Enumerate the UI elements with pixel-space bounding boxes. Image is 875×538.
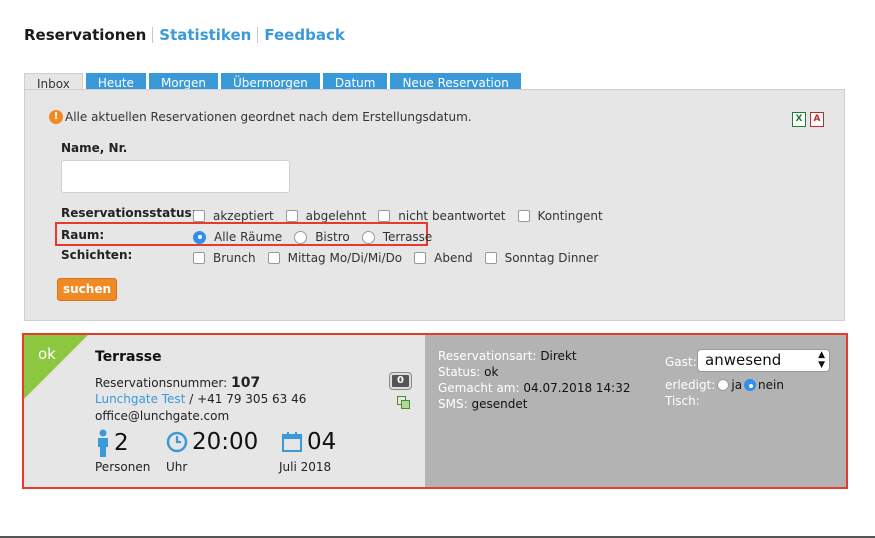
count-badge[interactable]: 0 xyxy=(389,372,412,390)
reservation-day: 04 xyxy=(307,429,337,455)
excel-export-icon[interactable]: X xyxy=(792,112,806,127)
time-stat: 20:00 xyxy=(166,429,258,455)
raum-option-terrasse[interactable]: Terrasse xyxy=(361,230,432,244)
nav-separator xyxy=(257,27,259,43)
guest-name-link[interactable]: Lunchgate Test xyxy=(95,392,185,406)
pdf-export-icon[interactable]: A xyxy=(810,112,824,127)
schichten-label: Schichten: xyxy=(61,248,133,262)
name-label: Name, Nr. xyxy=(61,141,128,155)
schicht-option-sonntag-dinner[interactable]: Sonntag Dinner xyxy=(484,251,598,265)
person-icon xyxy=(98,429,108,457)
checkbox[interactable] xyxy=(193,210,205,222)
erledigt-radio-ja[interactable] xyxy=(717,379,730,391)
status-options: akzeptiert abgelehnt nicht beantwortet K… xyxy=(193,209,615,223)
copy-icon[interactable] xyxy=(397,396,411,410)
schicht-option-abend[interactable]: Abend xyxy=(414,251,473,265)
month-year-label: Juli 2018 xyxy=(279,460,332,474)
select-arrows-icon: ▲ ▼ xyxy=(818,350,825,370)
erledigt-label: erledigt: xyxy=(665,378,716,392)
erledigt-options: erledigt: ja nein xyxy=(665,378,784,392)
time-label: Uhr xyxy=(166,460,188,474)
reservation-status: Status: ok xyxy=(438,365,499,379)
tisch-label: Tisch: xyxy=(665,394,700,408)
reservation-number: Reservationsnummer: 107 xyxy=(95,375,261,391)
status-corner xyxy=(24,335,88,399)
checkbox[interactable] xyxy=(193,252,205,264)
erledigt-ja-label: ja xyxy=(731,378,743,392)
calendar-icon xyxy=(282,432,302,452)
nav-feedback[interactable]: Feedback xyxy=(264,26,344,44)
checkbox[interactable] xyxy=(484,252,497,264)
raum-options: Alle Räume Bistro Terrasse xyxy=(193,230,444,244)
nav-reservationen[interactable]: Reservationen xyxy=(24,26,146,44)
gast-status-select[interactable]: anwesend ▲ ▼ xyxy=(697,349,830,372)
top-navigation: Reservationen Statistiken Feedback xyxy=(24,26,345,44)
radio[interactable] xyxy=(294,230,308,244)
guest-email: office@lunchgate.com xyxy=(95,409,230,423)
export-buttons: X A xyxy=(792,112,824,127)
room-name: Terrasse xyxy=(95,349,162,365)
name-input[interactable] xyxy=(61,160,290,193)
status-option-nicht-beantwortet[interactable]: nicht beantwortet xyxy=(378,209,506,223)
raum-label: Raum: xyxy=(61,228,105,242)
persons-count: 2 xyxy=(114,430,129,456)
guest-contact: Lunchgate Test / +41 79 305 63 46 xyxy=(95,392,306,406)
reservation-main-info: ok Terrasse Reservationsnummer: 107 Lunc… xyxy=(24,335,425,487)
created-at: Gemacht am: 04.07.2018 14:32 xyxy=(438,381,631,395)
status-label: Reservationsstatus: xyxy=(61,206,197,220)
nav-statistiken[interactable]: Statistiken xyxy=(159,26,251,44)
erledigt-nein-label: nein xyxy=(758,378,784,392)
status-option-abgelehnt[interactable]: abgelehnt xyxy=(285,209,366,223)
erledigt-radio-nein[interactable] xyxy=(744,379,757,391)
status-option-kontingent[interactable]: Kontingent xyxy=(517,209,603,223)
radio-selected[interactable] xyxy=(193,230,206,244)
checkbox[interactable] xyxy=(378,210,391,222)
reservation-type: Reservationsart: Direkt xyxy=(438,349,577,363)
guest-phone: / +41 79 305 63 46 xyxy=(185,392,307,406)
date-stat: 04 xyxy=(281,429,336,455)
status-option-akzeptiert[interactable]: akzeptiert xyxy=(193,209,274,223)
reservation-time: 20:00 xyxy=(192,429,259,455)
info-text: Alle aktuellen Reservationen geordnet na… xyxy=(65,110,472,124)
info-message: ! Alle aktuellen Reservationen geordnet … xyxy=(49,110,472,124)
schichten-options: Brunch Mittag Mo/Di/Mi/Do Abend Sonntag … xyxy=(193,251,610,265)
checkbox[interactable] xyxy=(414,252,427,264)
search-button[interactable]: suchen xyxy=(57,278,117,301)
nav-separator xyxy=(152,27,154,43)
clock-icon xyxy=(166,431,188,453)
checkbox[interactable] xyxy=(285,210,298,222)
schicht-option-brunch[interactable]: Brunch xyxy=(193,251,256,265)
raum-option-bistro[interactable]: Bistro xyxy=(294,230,350,244)
persons-label: Personen xyxy=(95,460,151,474)
reservation-details: Reservationsart: Direkt Status: ok Gemac… xyxy=(425,335,846,487)
radio[interactable] xyxy=(361,230,375,244)
checkbox[interactable] xyxy=(517,210,530,222)
raum-option-alle-raeume[interactable]: Alle Räume xyxy=(193,230,282,244)
sms-status: SMS: gesendet xyxy=(438,397,528,411)
gast-label: Gast: xyxy=(665,355,697,369)
status-badge: ok xyxy=(38,345,56,363)
info-icon: ! xyxy=(49,110,63,124)
filter-panel: ! Alle aktuellen Reservationen geordnet … xyxy=(24,89,845,321)
reservation-card: ok Terrasse Reservationsnummer: 107 Lunc… xyxy=(22,333,848,489)
persons-stat: 2 xyxy=(96,429,129,457)
schicht-option-mittag[interactable]: Mittag Mo/Di/Mi/Do xyxy=(267,251,402,265)
checkbox[interactable] xyxy=(267,252,280,264)
